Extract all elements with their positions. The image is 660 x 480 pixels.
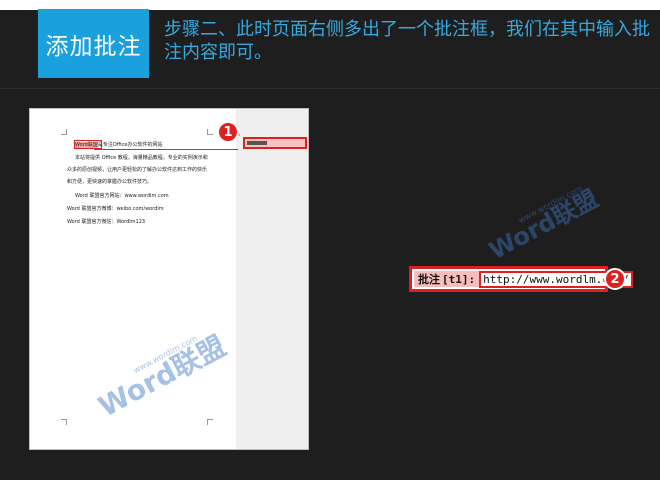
comment-margin-pane (236, 109, 308, 449)
doc-line-weibo[interactable]: Word 联盟官方微博：weibo.com/wordlm (67, 206, 164, 212)
margin-corner-mark (61, 129, 67, 135)
comment-connector-line (94, 149, 238, 150)
selection-outline (74, 140, 102, 149)
doc-line-website[interactable]: Word 联盟官方网站：www.wordlm.com (75, 193, 169, 199)
step-marker-1: 1 (217, 121, 239, 143)
margin-corner-mark (61, 419, 67, 425)
doc-paragraph-2-end[interactable]: 和方便，更快速的掌握办公软件技巧。 (67, 179, 152, 185)
header-divider (0, 88, 660, 89)
margin-corner-mark (207, 129, 213, 135)
doc-line-wechat[interactable]: Word 联盟官方微信：Wordlm123 (67, 219, 145, 225)
margin-corner-mark (207, 419, 213, 425)
watermark-logo: Word联盟 (484, 184, 603, 266)
comment-label-small (247, 141, 267, 145)
comment-content: 批注 [t1]: http://www.wordlm.com/ (414, 270, 633, 288)
step-marker-2: 2 (604, 268, 626, 290)
doc-line-rest: 是专注Office办公软件的网站 (97, 142, 163, 148)
comment-author-tag: [t1]: (442, 272, 476, 286)
comment-label: 批注 (418, 273, 440, 286)
comment-box-zoomed[interactable]: 批注 [t1]: http://www.wordlm.com/ (409, 266, 633, 292)
doc-paragraph-2-cont[interactable]: 众多的原创视频，让用户更轻松的了解办公软件达到工作的快乐 (67, 167, 207, 173)
section-title: 添加批注 (38, 9, 149, 78)
tutorial-screenshot: 添加批注 步骤二、此时页面右侧多出了一个批注框，我们在其中输入批注内容即可。 W… (0, 0, 660, 480)
comment-box-small[interactable] (243, 137, 307, 149)
step-description: 步骤二、此时页面右侧多出了一个批注框，我们在其中输入批注内容即可。 (164, 19, 650, 63)
document-page: Word联盟是专注Office办公软件的网站 本站将提供 Office 教程，海… (29, 108, 309, 450)
doc-paragraph-2[interactable]: 本站将提供 Office 教程，海量精品教程，专业的实例演示和 (75, 155, 208, 161)
